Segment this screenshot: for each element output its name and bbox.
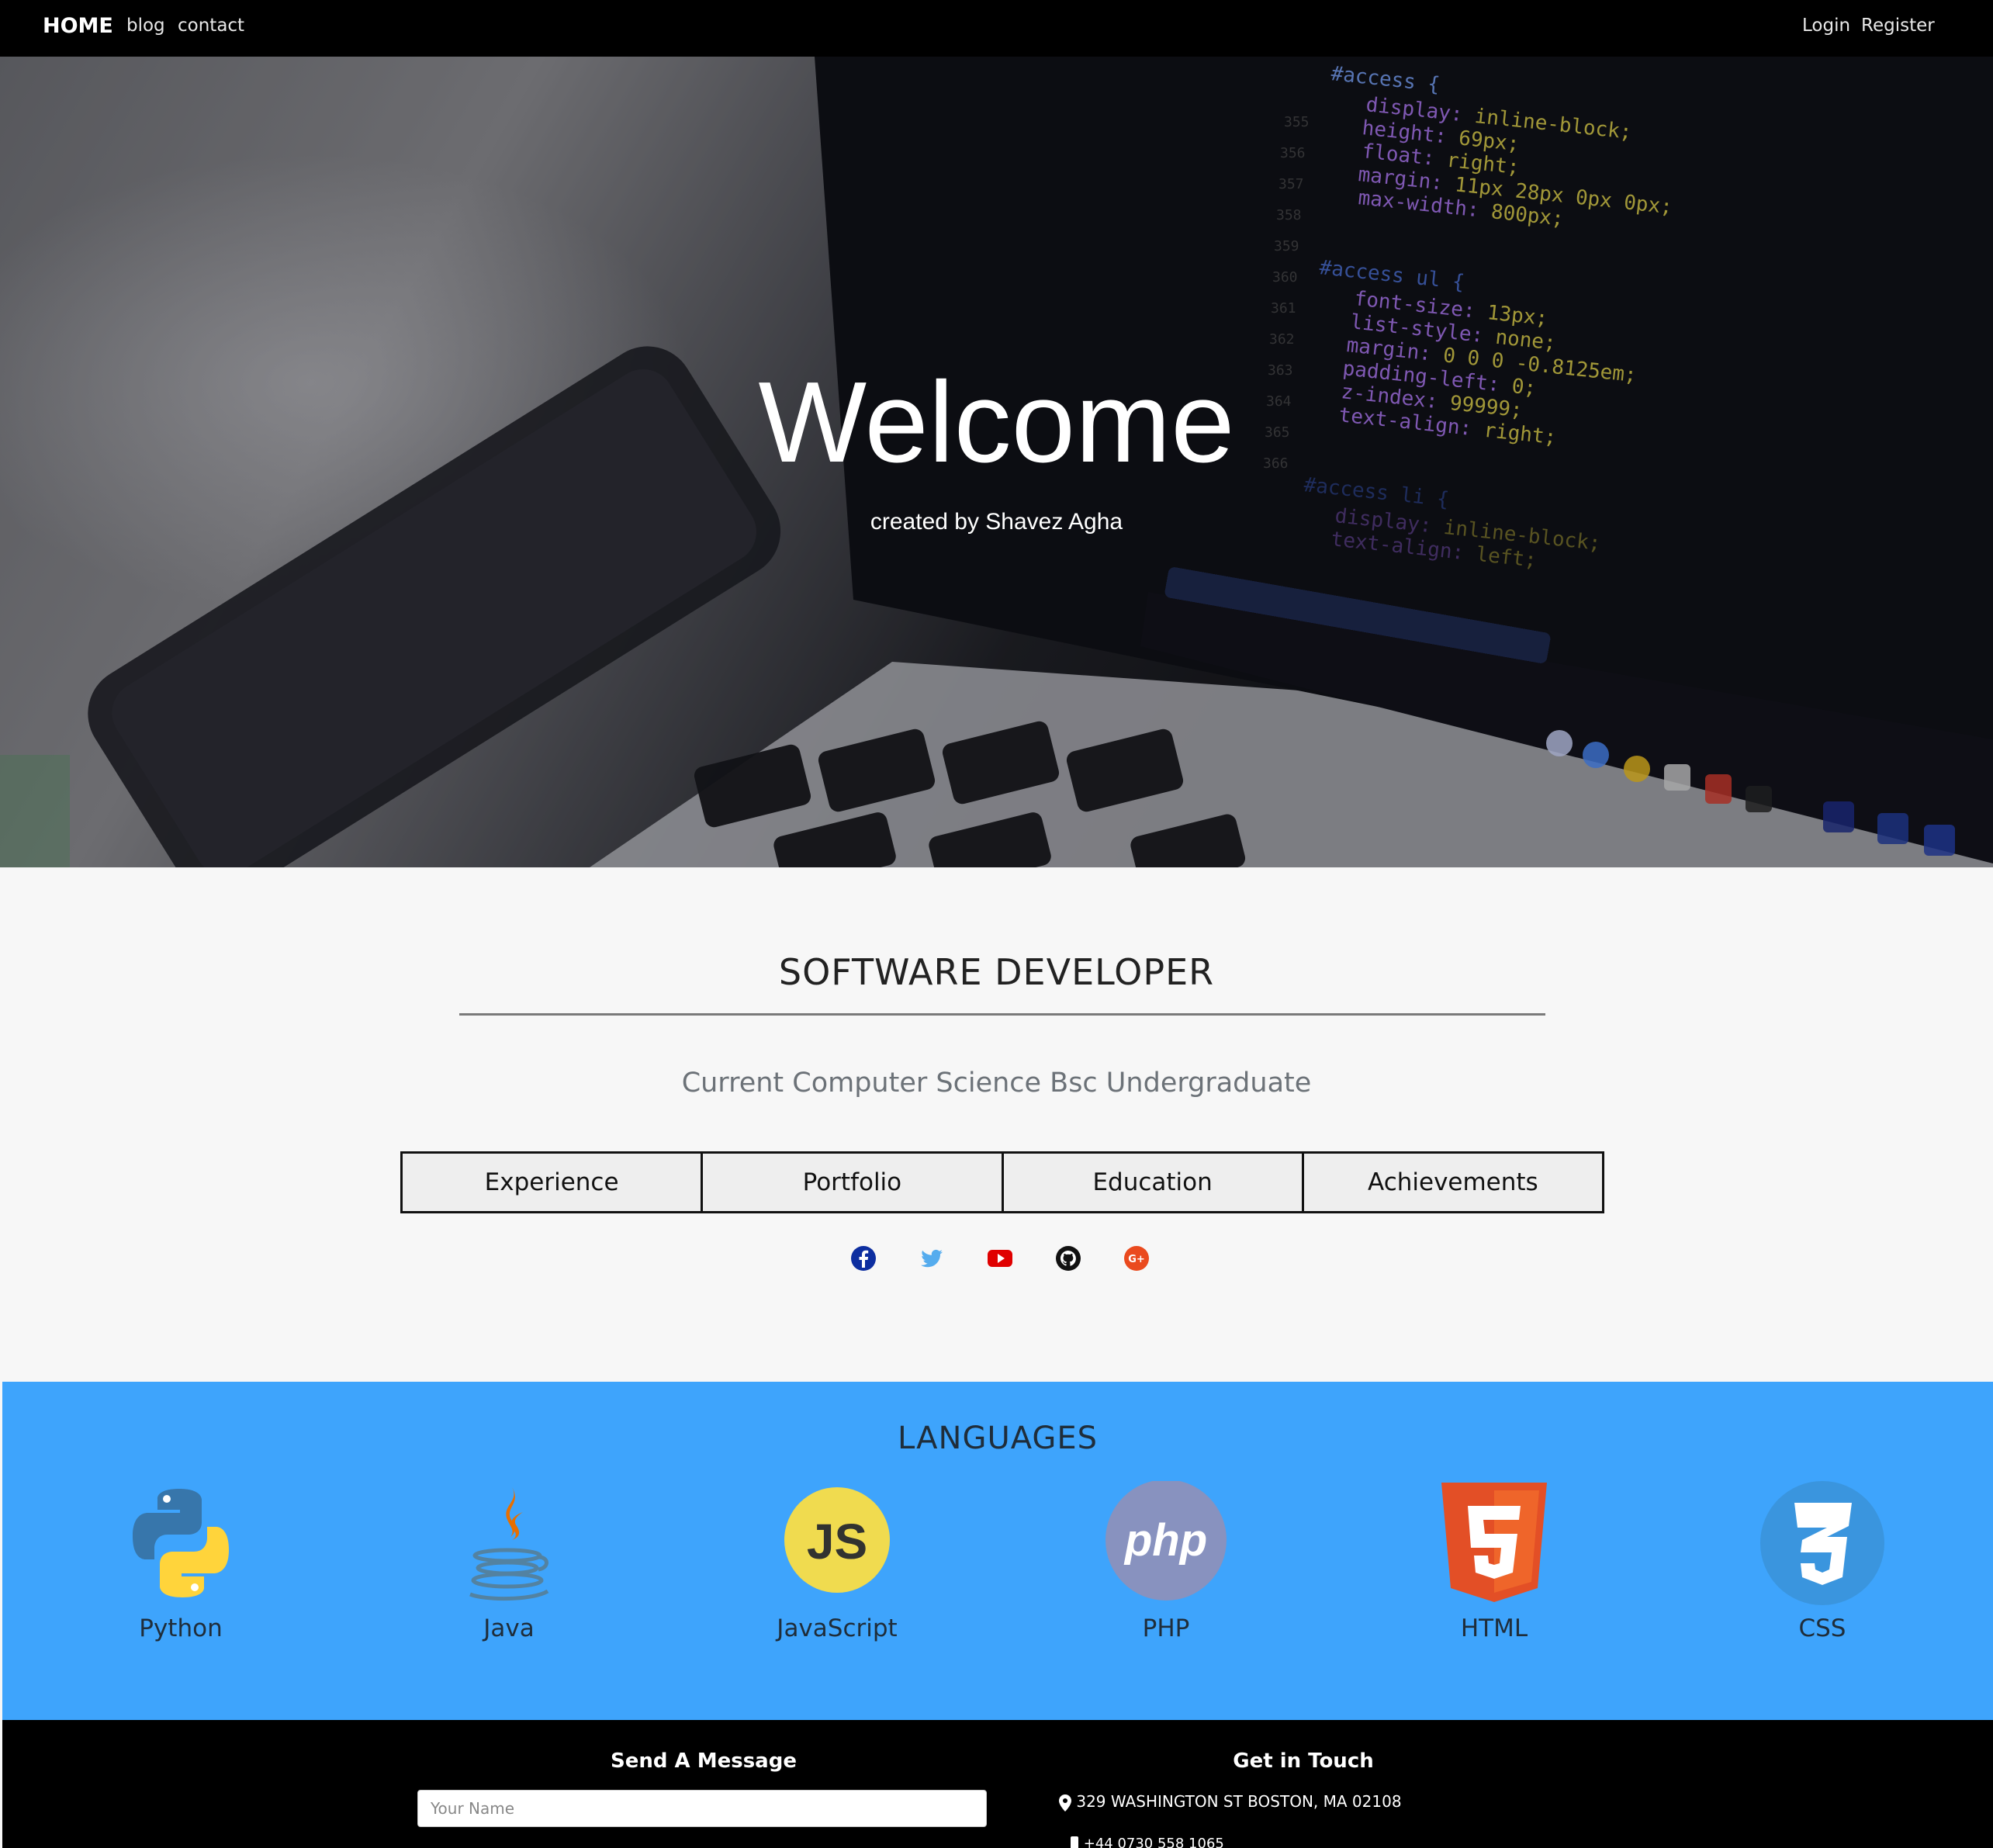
hero-title: Welcome — [758, 358, 1235, 486]
nav-contact-link[interactable]: contact — [178, 16, 244, 36]
nav-login-link[interactable]: Login — [1802, 16, 1850, 36]
map-marker-icon — [1059, 1794, 1071, 1812]
language-label: CSS — [1798, 1614, 1846, 1642]
google-plus-icon[interactable]: G+ — [1123, 1244, 1150, 1272]
svg-text:G+: G+ — [1128, 1254, 1145, 1265]
svg-text:php: php — [1123, 1515, 1207, 1566]
section-title: SOFTWARE DEVELOPER — [778, 951, 1215, 993]
address-text: 329 WASHINGTON ST BOSTON, MA 02108 — [1076, 1792, 1402, 1811]
javascript-icon: JS — [784, 1487, 890, 1593]
tab-achievements[interactable]: Achievements — [1301, 1151, 1604, 1213]
language-item-css: CSS — [1706, 1481, 1939, 1652]
get-in-touch-title: Get in Touch — [1233, 1749, 1374, 1773]
youtube-icon[interactable] — [986, 1244, 1014, 1272]
language-item-html: HTML — [1378, 1481, 1611, 1652]
html5-icon — [1441, 1483, 1547, 1602]
footer: Send A Message Get in Touch 329 WASHINGT… — [2, 1720, 1993, 1848]
php-icon: php — [1105, 1481, 1227, 1601]
svg-text:JS: JS — [807, 1514, 867, 1569]
java-icon — [469, 1487, 549, 1601]
address-line: 329 WASHINGTON ST BOSTON, MA 02108 — [1059, 1792, 1402, 1812]
github-icon[interactable] — [1054, 1244, 1082, 1272]
top-navbar: HOME blog contact Login Register — [0, 0, 1993, 57]
about-section: SOFTWARE DEVELOPER Current Computer Scie… — [0, 867, 1993, 1382]
section-subtitle: Current Computer Science Bsc Undergradua… — [681, 1068, 1312, 1099]
twitter-icon[interactable] — [918, 1244, 946, 1272]
css3-icon — [1760, 1481, 1884, 1605]
hero-subtitle: created by Shavez Agha — [870, 509, 1123, 535]
language-label: PHP — [1142, 1614, 1190, 1642]
nav-register-link[interactable]: Register — [1861, 16, 1935, 36]
languages-section: LANGUAGES Python Java JS JavaScript php … — [2, 1382, 1993, 1720]
language-label: JavaScript — [777, 1614, 898, 1642]
send-message-title: Send A Message — [611, 1749, 797, 1773]
tab-portfolio[interactable]: Portfolio — [701, 1151, 1004, 1213]
social-links: G+ — [849, 1244, 1160, 1275]
phone-text: +44 0730 558 1065 — [1083, 1836, 1224, 1848]
language-item-javascript: JS JavaScript — [721, 1481, 953, 1652]
tab-education[interactable]: Education — [1001, 1151, 1304, 1213]
hero-banner: #access { display: inline-block; height:… — [0, 57, 1993, 867]
languages-title: LANGUAGES — [897, 1421, 1099, 1456]
tab-experience[interactable]: Experience — [400, 1151, 704, 1213]
mobile-icon — [1071, 1836, 1078, 1848]
nav-home-link[interactable]: HOME — [43, 14, 113, 38]
language-item-php: php PHP — [1050, 1481, 1282, 1652]
language-label: HTML — [1460, 1614, 1528, 1642]
your-name-input[interactable] — [417, 1790, 987, 1827]
language-item-python: Python — [64, 1481, 297, 1652]
profile-tabs: Experience Portfolio Education Achieveme… — [400, 1151, 1604, 1213]
facebook-icon[interactable] — [849, 1244, 877, 1272]
language-label: Java — [483, 1614, 535, 1642]
language-label: Python — [139, 1614, 223, 1642]
phone-line: +44 0730 558 1065 — [1070, 1832, 1224, 1848]
python-icon — [133, 1489, 229, 1597]
language-item-java: Java — [393, 1481, 625, 1652]
title-divider — [459, 1013, 1545, 1016]
nav-blog-link[interactable]: blog — [126, 16, 165, 36]
